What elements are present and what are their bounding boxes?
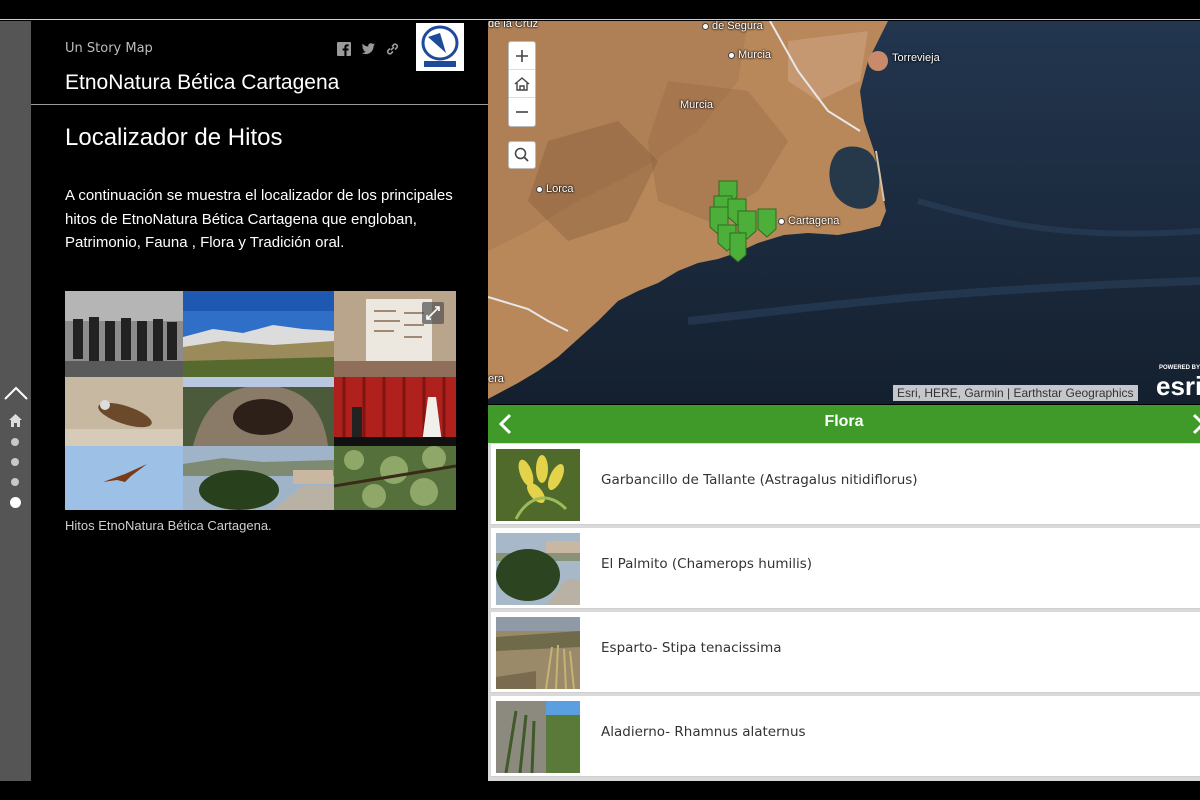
map-label-torrevieja: Torrevieja (892, 52, 940, 64)
photo-theater-stage (334, 377, 456, 446)
photo-mountains (183, 291, 334, 377)
nav-dot-1[interactable] (11, 438, 19, 446)
thumbnail-garbancillo (496, 449, 580, 521)
map-label-partial: era (488, 373, 504, 385)
feature-list: Garbancillo de Tallante (Astragalus niti… (488, 443, 1200, 781)
expand-icon[interactable] (422, 302, 444, 324)
list-item[interactable]: El Palmito (Chamerops humilis) (491, 528, 1200, 609)
nav-dot-3[interactable] (11, 478, 19, 486)
photo-collage[interactable] (65, 291, 456, 510)
map-label-murcia-city: Murcia (680, 99, 714, 111)
list-item-label: Aladierno- Rhamnus alaternus (601, 724, 806, 740)
header-divider (31, 104, 488, 105)
map-search-button[interactable] (508, 141, 536, 169)
chevron-up-icon[interactable] (3, 383, 29, 403)
map-label-lorca: Lorca (536, 183, 574, 195)
photo-palm-shrub (183, 446, 334, 510)
map-view[interactable]: de la Cruz de Segura Murcia Murcia Torre… (488, 21, 1200, 404)
map-label-cartagena: Cartagena (778, 215, 839, 227)
zoom-controls (508, 41, 536, 127)
zoom-out-button[interactable] (509, 98, 535, 126)
twitter-icon[interactable] (360, 41, 376, 57)
map-label-de-la-cruz: de la Cruz (488, 21, 539, 30)
home-icon[interactable] (8, 413, 23, 428)
social-share-bar (336, 41, 400, 57)
section-nav-rail (0, 21, 31, 781)
nav-dot-4-active[interactable] (10, 497, 21, 508)
map-attribution[interactable]: Esri, HERE, Garmin | Earthstar Geographi… (893, 385, 1138, 401)
thumbnail-esparto (496, 617, 580, 689)
photo-green-branches (334, 446, 456, 510)
chevron-right-icon (1192, 413, 1200, 435)
list-item-label: Esparto- Stipa tenacissima (601, 640, 782, 656)
satellite-basemap (488, 21, 1200, 404)
map-label-murcia-region: Murcia (728, 49, 771, 61)
category-header: Flora (488, 405, 1200, 443)
story-side-panel: Un Story Map EtnoNatura Bética Cartagena… (31, 21, 488, 781)
next-category-button[interactable] (1190, 412, 1200, 436)
link-icon[interactable] (384, 41, 400, 57)
thumbnail-palmito (496, 533, 580, 605)
organization-logo[interactable] (416, 23, 464, 71)
section-intro-text: A continuación se muestra el localizador… (65, 187, 453, 251)
top-bar (0, 0, 1200, 20)
photo-bird-flight (65, 446, 183, 510)
thumbnail-aladierno (496, 701, 580, 773)
list-item[interactable]: Garbancillo de Tallante (Astragalus niti… (491, 444, 1200, 525)
esri-logo[interactable]: esri (1156, 371, 1200, 402)
story-title: EtnoNatura Bética Cartagena (65, 71, 340, 94)
story-subtitle: Un Story Map (65, 41, 153, 56)
photo-old-group (65, 291, 183, 377)
photo-caption: Hitos EtnoNatura Bética Cartagena. (65, 518, 272, 533)
map-label-de-segura: de Segura (702, 21, 763, 32)
zoom-in-button[interactable] (509, 42, 535, 70)
bottom-bar (0, 781, 1200, 800)
section-heading: Localizador de Hitos (65, 124, 283, 151)
nav-dot-2[interactable] (11, 458, 19, 466)
list-item[interactable]: Aladierno- Rhamnus alaternus (491, 696, 1200, 777)
photo-tree-trunk (183, 377, 334, 446)
facebook-icon[interactable] (336, 41, 352, 57)
category-title: Flora (824, 413, 864, 430)
list-item[interactable]: Esparto- Stipa tenacissima (491, 612, 1200, 693)
search-icon (514, 147, 529, 162)
list-item-label: El Palmito (Chamerops humilis) (601, 556, 813, 572)
list-item-label: Garbancillo de Tallante (Astragalus niti… (601, 472, 918, 488)
home-extent-button[interactable] (509, 70, 535, 98)
photo-bird-ground (65, 377, 183, 446)
